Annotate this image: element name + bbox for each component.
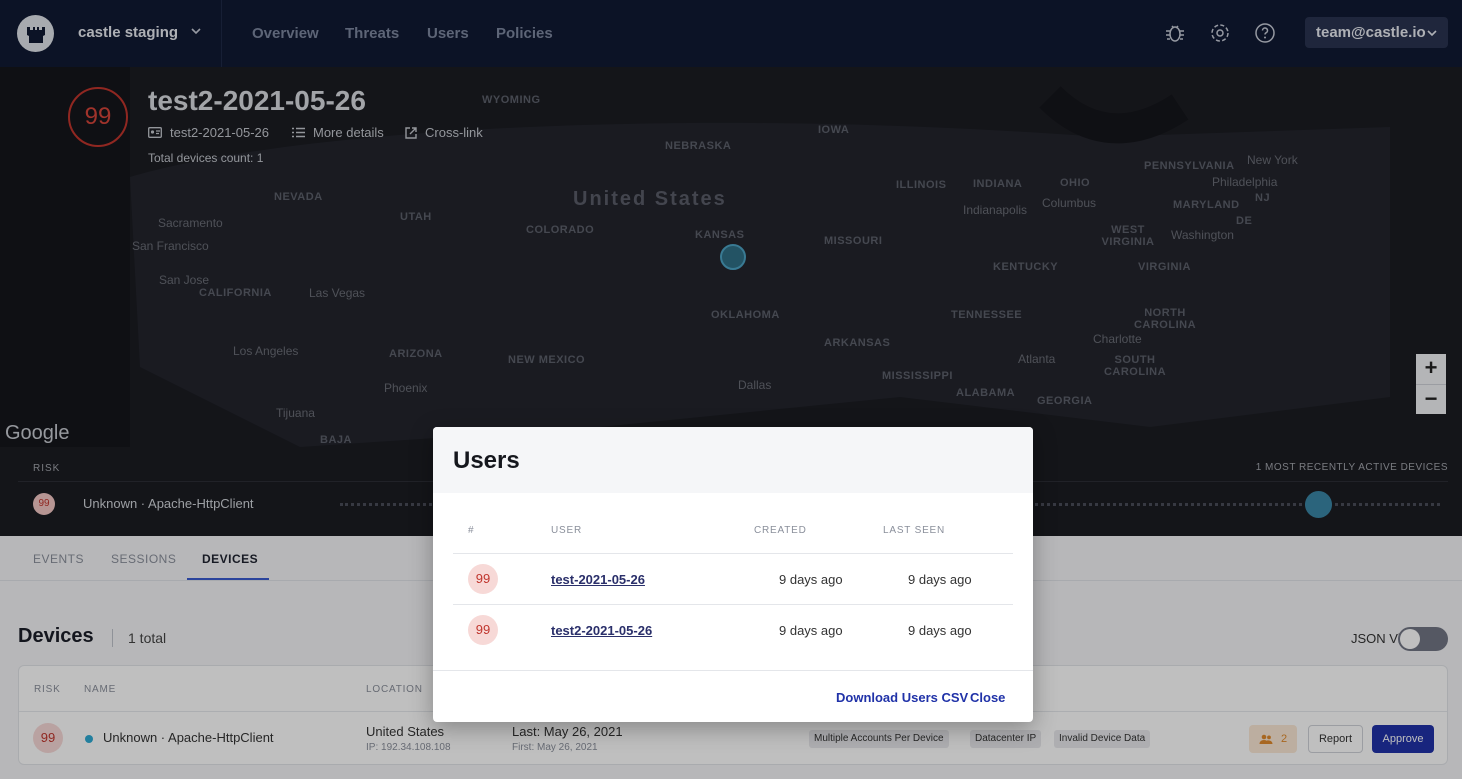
user-link[interactable]: test2-2021-05-26 — [551, 623, 652, 638]
divider — [453, 553, 1013, 554]
users-modal: Users # USER CREATED LAST SEEN 99 test-2… — [433, 427, 1033, 722]
column-header: CREATED — [754, 525, 807, 536]
column-header: USER — [551, 525, 582, 536]
close-modal-link[interactable]: Close — [970, 690, 1005, 705]
modal-title: Users — [453, 447, 520, 474]
user-last-seen: 9 days ago — [908, 572, 972, 587]
divider — [433, 670, 1033, 671]
user-created: 9 days ago — [779, 623, 843, 638]
modal-header: Users — [433, 427, 1033, 493]
download-users-csv-link[interactable]: Download Users CSV — [836, 690, 968, 705]
user-last-seen: 9 days ago — [908, 623, 972, 638]
divider — [453, 604, 1013, 605]
user-risk-badge: 99 — [468, 564, 498, 594]
column-header: LAST SEEN — [883, 525, 946, 536]
column-header: # — [468, 525, 475, 536]
user-created: 9 days ago — [779, 572, 843, 587]
user-risk-badge: 99 — [468, 615, 498, 645]
user-link[interactable]: test-2021-05-26 — [551, 572, 645, 587]
